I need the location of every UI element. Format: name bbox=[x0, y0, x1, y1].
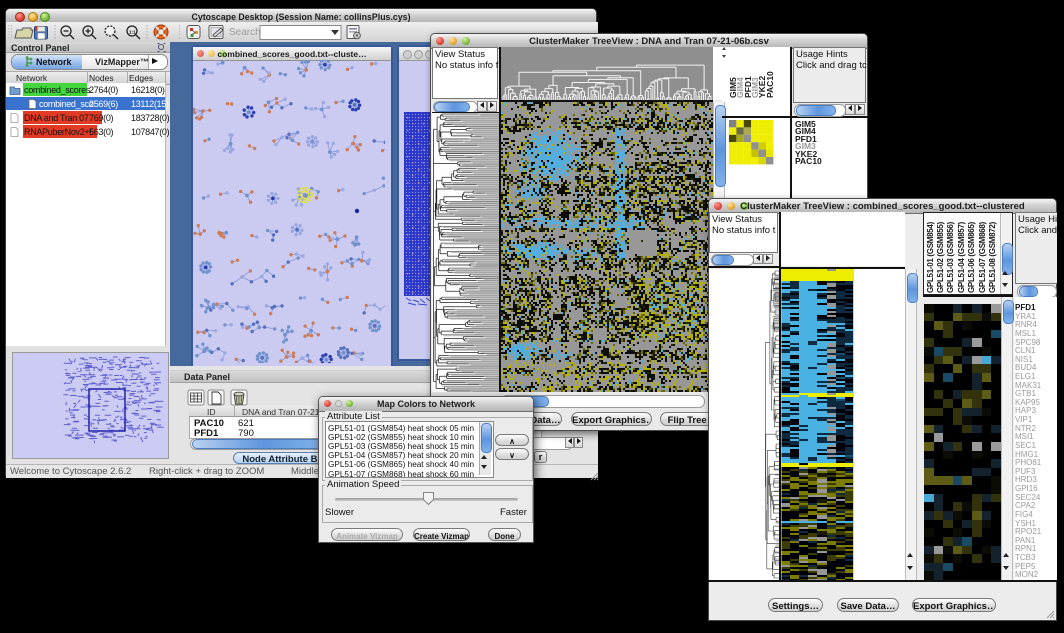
svg-text:Search:: Search: bbox=[229, 27, 263, 38]
svg-text:1:1: 1:1 bbox=[129, 30, 136, 35]
